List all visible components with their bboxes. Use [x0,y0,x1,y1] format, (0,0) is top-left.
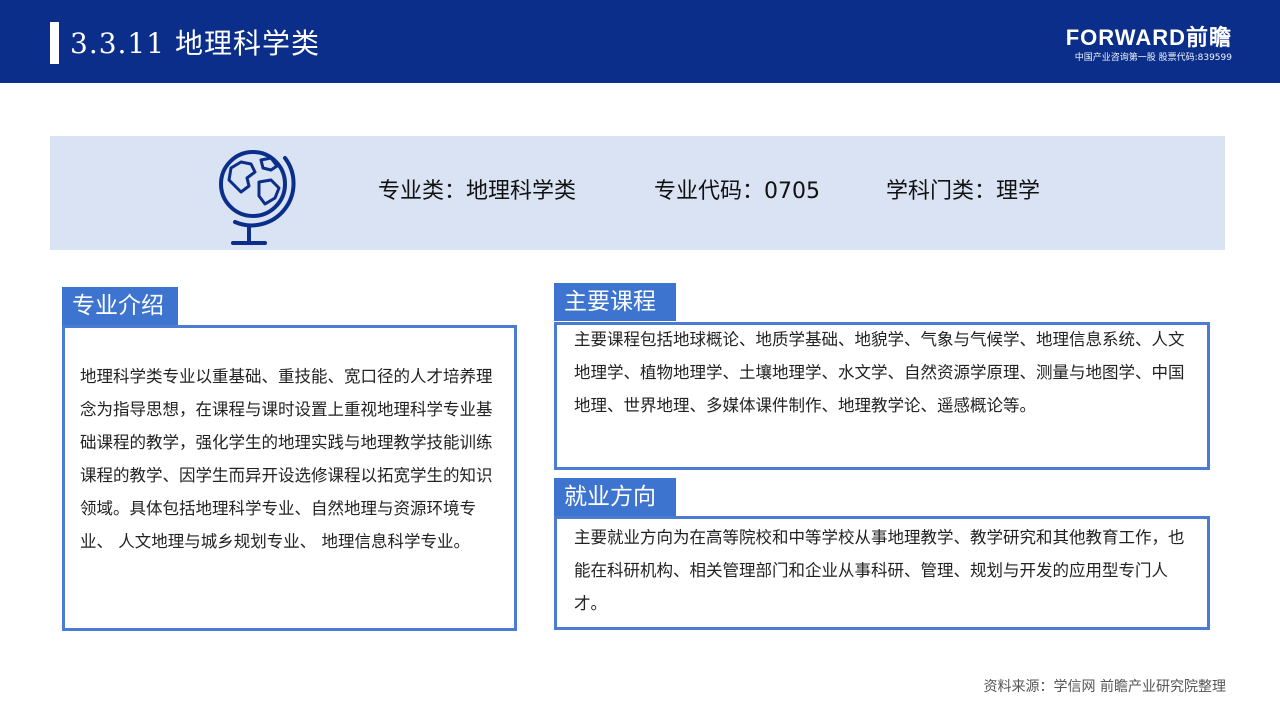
logo-tagline: 中国产业咨询第一股 股票代码:839599 [1074,53,1232,63]
intro-text: 地理科学类专业以重基础、重技能、宽口径的人才培养理念为指导思想，在课程与课时设置… [80,367,493,551]
title-accent-bar [50,22,59,64]
career-tag: 就业方向 [554,478,676,516]
discipline-label: 学科门类：理学 [886,179,1041,204]
courses-tag: 主要课程 [554,283,676,321]
courses-text: 主要课程包括地球概论、地质学基础、地貌学、气象与气候学、地理信息系统、人文地理学… [574,330,1185,415]
globe-stand-icon [219,150,296,245]
page-title: 3.3.11 地理科学类 [70,27,320,60]
source-note: 资料来源：学信网 前瞻产业研究院整理 [983,679,1226,695]
intro-tag: 专业介绍 [62,287,178,325]
header-bar: 3.3.11 地理科学类 FORWARD前瞻 中国产业咨询第一股 股票代码:83… [0,0,1280,83]
major-class-label: 专业类：地理科学类 [378,179,577,204]
logo-wordmark: FORWARD前瞻 [1065,25,1232,50]
major-code-label: 专业代码：0705 [654,179,820,204]
career-text: 主要就业方向为在高等院校和中等学校从事地理教学、教学研究和其他教育工作，也能在科… [574,528,1185,613]
brand-logo: FORWARD前瞻 中国产业咨询第一股 股票代码:839599 [1032,26,1232,64]
major-info-band: 专业类：地理科学类 专业代码：0705 学科门类：理学 [50,136,1225,250]
